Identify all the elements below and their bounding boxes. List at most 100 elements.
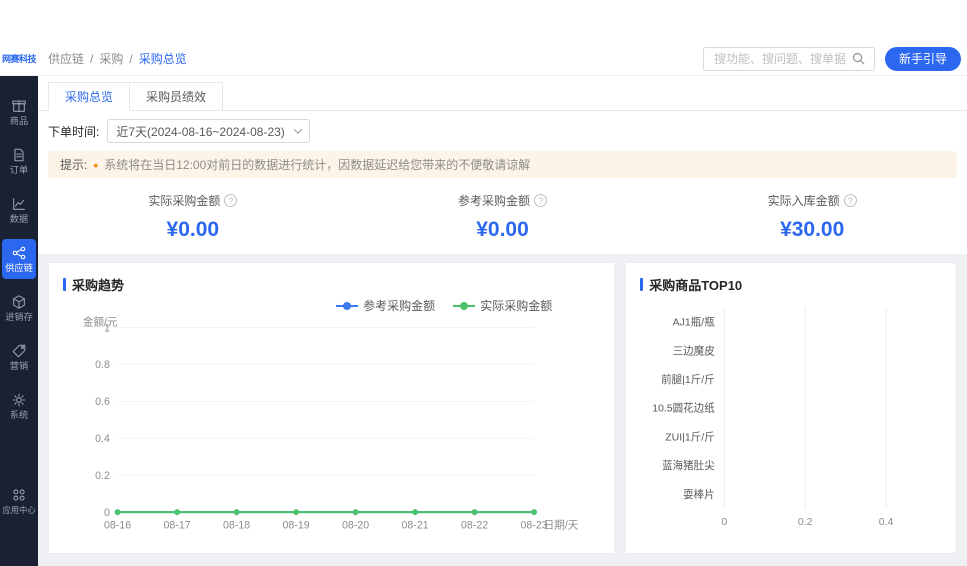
svg-text:ZUI|1斤/斤: ZUI|1斤/斤	[665, 431, 714, 443]
top-whitespace	[0, 0, 967, 42]
sidebar-item-label: 进销存	[5, 313, 33, 322]
svg-text:08-22: 08-22	[461, 519, 488, 531]
search-input[interactable]	[712, 51, 851, 67]
panels-row: 采购趋势 参考采购金额实际采购金额 00.20.40.60.8108-1608-…	[48, 262, 957, 554]
stat-actual-purchase-amount: 实际采购金额 ? ¥0.00	[38, 192, 348, 242]
app-center-icon	[11, 487, 27, 503]
legend-item[interactable]: 参考采购金额	[336, 297, 435, 314]
tab-label: 采购员绩效	[146, 90, 206, 104]
sidebar-item-label: 营销	[10, 362, 28, 371]
sidebar-item-marketing[interactable]: 营销	[2, 337, 36, 377]
sidebar: 商品 订单 数据 供应链	[0, 76, 38, 566]
tab-purchaser-performance[interactable]: 采购员绩效	[130, 82, 223, 111]
panel-title-text: 采购趋势	[72, 275, 124, 294]
sidebar-item-orders[interactable]: 订单	[2, 141, 36, 181]
chevron-down-icon	[294, 125, 302, 133]
stats-row: 实际采购金额 ? ¥0.00 参考采购金额 ? ¥0.00 实际入库金额 ?	[38, 192, 967, 242]
legend-label: 实际采购金额	[480, 297, 552, 314]
tabs: 采购总览 采购员绩效	[38, 76, 967, 111]
order-time-label: 下单时间:	[48, 123, 99, 140]
orders-icon	[11, 147, 27, 163]
stat-reference-purchase-amount: 参考采购金额 ? ¥0.00	[348, 192, 658, 242]
panel-title: 采购趋势	[63, 275, 600, 294]
panel-title-text: 采购商品TOP10	[649, 275, 742, 294]
legend-label: 参考采购金额	[363, 297, 435, 314]
svg-text:08-19: 08-19	[283, 519, 310, 531]
svg-text:08-21: 08-21	[402, 519, 429, 531]
breadcrumb-supply-chain[interactable]: 供应链	[48, 50, 84, 67]
svg-text:0: 0	[104, 507, 110, 519]
svg-text:蓝海猪肚尖: 蓝海猪肚尖	[662, 459, 715, 472]
purchase-trend-panel: 采购趋势 参考采购金额实际采购金额 00.20.40.60.8108-1608-…	[48, 262, 615, 554]
help-icon[interactable]: ?	[844, 194, 857, 207]
stat-value: ¥30.00	[657, 218, 967, 242]
sidebar-nav: 商品 订单 数据 供应链	[0, 92, 38, 426]
logo: 网赛科技	[0, 52, 38, 65]
breadcrumb-separator: /	[90, 52, 93, 66]
marketing-icon	[11, 343, 27, 359]
system-icon	[11, 392, 27, 408]
panel-title: 采购商品TOP10	[640, 275, 942, 294]
sidebar-item-goods[interactable]: 商品	[2, 92, 36, 132]
sidebar-item-label: 系统	[10, 411, 28, 420]
breadcrumb-purchase-overview: 采购总览	[139, 50, 187, 67]
sidebar-item-system[interactable]: 系统	[2, 386, 36, 426]
guide-button[interactable]: 新手引导	[885, 47, 961, 71]
inventory-icon	[11, 294, 27, 310]
trend-chart: 00.20.40.60.8108-1608-1708-1808-1908-200…	[63, 314, 600, 541]
sidebar-item-label: 订单	[10, 166, 28, 175]
svg-text:0.6: 0.6	[95, 396, 110, 408]
filter-bar: 下单时间: 近7天(2024-08-16~2024-08-23)	[38, 111, 967, 149]
breadcrumb-purchase[interactable]: 采购	[99, 50, 123, 67]
top10-panel: 采购商品TOP10 00.20.4AJ1瓶/瓶三边魔皮前腿|1斤/斤10.5圆花…	[625, 262, 957, 554]
sidebar-item-data[interactable]: 数据	[2, 190, 36, 230]
supply-chain-icon	[11, 245, 27, 261]
svg-text:0.4: 0.4	[95, 433, 110, 445]
title-bar-icon	[640, 278, 643, 291]
header-actions: 新手引导	[703, 47, 967, 71]
bullet-icon: •	[93, 158, 98, 172]
tab-purchase-overview[interactable]: 采购总览	[48, 82, 130, 111]
svg-text:08-16: 08-16	[104, 519, 131, 531]
top-header: 网赛科技 供应链 / 采购 / 采购总览 新手引导	[0, 42, 967, 76]
svg-text:10.5圆花边纸: 10.5圆花边纸	[652, 402, 715, 415]
trend-legend: 参考采购金额 实际采购金额	[63, 297, 600, 314]
svg-text:08-18: 08-18	[223, 519, 250, 531]
notice-bar: 提示: • 系统将在当日12:00对前日的数据进行统计，因数据延迟给您带来的不便…	[48, 151, 957, 178]
help-icon[interactable]: ?	[224, 194, 237, 207]
search-box[interactable]	[703, 47, 875, 71]
notice-prefix: 提示:	[60, 156, 87, 173]
stat-label: 实际采购金额	[148, 192, 220, 209]
svg-text:前腿|1斤/斤: 前腿|1斤/斤	[661, 373, 715, 386]
sidebar-item-supply-chain[interactable]: 供应链	[2, 239, 36, 279]
help-icon[interactable]: ?	[534, 194, 547, 207]
stat-label: 参考采购金额	[458, 192, 530, 209]
legend-marker-icon	[453, 301, 475, 311]
svg-text:08-17: 08-17	[164, 519, 191, 531]
search-icon[interactable]	[851, 51, 866, 66]
data-icon	[11, 196, 27, 212]
sidebar-item-inventory[interactable]: 进销存	[2, 288, 36, 328]
svg-text:三边魔皮: 三边魔皮	[673, 344, 716, 357]
legend-item[interactable]: 实际采购金额	[453, 297, 552, 314]
sidebar-item-label: 应用中心	[2, 506, 35, 514]
sidebar-item-label: 数据	[10, 215, 28, 224]
svg-text:0: 0	[722, 516, 728, 528]
svg-text:耍棒片: 耍棒片	[683, 488, 715, 501]
legend-marker-icon	[336, 301, 358, 311]
svg-text:0.2: 0.2	[798, 516, 813, 528]
svg-text:0.8: 0.8	[95, 359, 110, 371]
order-time-select[interactable]: 近7天(2024-08-16~2024-08-23)	[107, 119, 309, 143]
sidebar-item-app-center[interactable]: 应用中心	[2, 481, 36, 520]
breadcrumb: 供应链 / 采购 / 采购总览	[48, 50, 187, 67]
overview-section: 下单时间: 近7天(2024-08-16~2024-08-23) 提示: • 系…	[38, 111, 967, 254]
main-content: 采购总览 采购员绩效 下单时间: 近7天(2024-08-16~2024-08-…	[38, 76, 967, 566]
sidebar-item-label: 商品	[10, 117, 28, 126]
order-time-value: 近7天(2024-08-16~2024-08-23)	[116, 123, 284, 140]
svg-text:日期/天: 日期/天	[544, 519, 579, 531]
tab-label: 采购总览	[65, 90, 113, 104]
svg-text:金额/元: 金额/元	[83, 316, 118, 329]
breadcrumb-separator: /	[129, 52, 132, 66]
svg-text:0.4: 0.4	[879, 516, 894, 528]
title-bar-icon	[63, 278, 66, 291]
